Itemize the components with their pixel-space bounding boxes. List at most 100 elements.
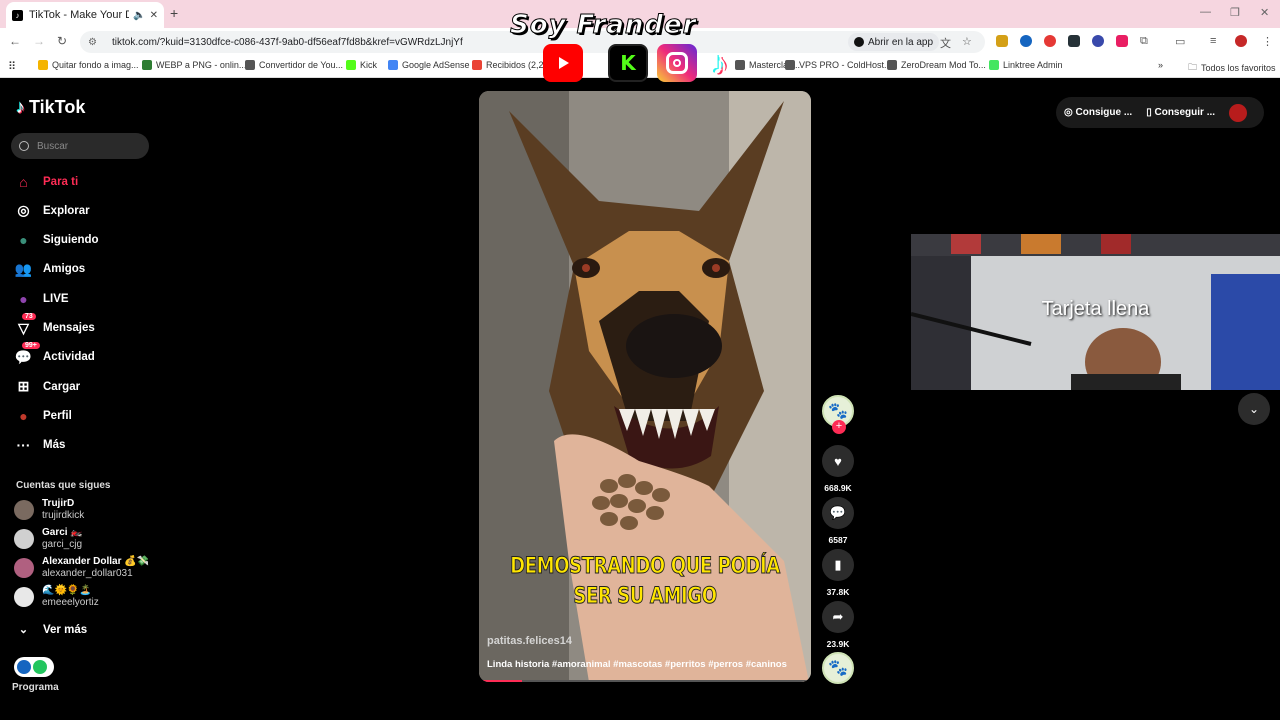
cast-icon[interactable]: ▭: [1175, 35, 1185, 48]
reading-list-icon[interactable]: ≡: [1210, 35, 1216, 47]
compass-icon: ◎: [17, 202, 30, 219]
bookmark-item[interactable]: WEBP a PNG - onlin...: [142, 60, 246, 70]
speaker-icon[interactable]: 🔈: [133, 10, 145, 21]
extension-icon[interactable]: [1068, 35, 1080, 47]
extension-icon[interactable]: [1092, 35, 1104, 47]
translate-icon[interactable]: 文: [940, 35, 951, 51]
video-player[interactable]: DEMOSTRANDO QUE PODÍA SER SU AMIGO patit…: [479, 91, 811, 682]
sidebar-item-perfil[interactable]: ● Perfil: [14, 406, 72, 425]
see-more-button[interactable]: ⌄ Ver más: [14, 620, 87, 639]
upload-icon: ⊞: [17, 378, 30, 395]
comment-button[interactable]: 💬 6587: [822, 497, 854, 545]
avatar: [14, 529, 34, 549]
following-account[interactable]: Alexander Dollar 💰💸 alexander_dollar031: [14, 556, 149, 580]
video-author[interactable]: patitas.felices14: [487, 635, 572, 647]
sidebar-item-label: Para ti: [43, 175, 79, 188]
sidebar-item-live[interactable]: ● LIVE: [14, 289, 69, 308]
new-tab-icon[interactable]: +: [170, 5, 178, 21]
reload-icon[interactable]: ↻: [57, 34, 67, 48]
minimize-icon[interactable]: —: [1200, 6, 1211, 18]
kebab-menu-icon[interactable]: ⋮: [1262, 35, 1273, 48]
sidebar-item-para-ti[interactable]: ⌂ Para ti: [14, 172, 78, 191]
sidebar-item-cargar[interactable]: ⊞ Cargar: [14, 377, 80, 396]
site-info-icon[interactable]: ⚙: [88, 37, 102, 48]
following-username: alexander_dollar031: [42, 568, 133, 579]
activity-icon: 💬 99+: [14, 341, 40, 367]
program-badge[interactable]: [14, 657, 54, 677]
bookmark-label: Convertidor de You...: [259, 60, 344, 70]
sidebar-item-amigos[interactable]: 👥 Amigos: [14, 260, 85, 279]
extension-icon[interactable]: [1044, 35, 1056, 47]
bookmark-label: Linktree Admin: [1003, 60, 1063, 70]
more-icon: ···: [16, 437, 31, 454]
next-video-button[interactable]: ⌄: [1238, 393, 1270, 425]
forward-icon[interactable]: →: [33, 34, 45, 48]
sidebar-item-siguiendo[interactable]: ● Siguiendo: [14, 231, 99, 250]
profile-avatar-icon[interactable]: [1235, 35, 1247, 47]
following-name: 🌊🌞🌻🏝️: [42, 585, 92, 596]
program-label: Programa: [12, 682, 59, 693]
bookmark-favicon-icon: [785, 60, 795, 70]
tiktok-note-icon: ♪: [16, 97, 25, 117]
bookmark-item[interactable]: Quitar fondo a imag...: [38, 60, 139, 70]
bookmark-item[interactable]: Google AdSense: [388, 60, 470, 70]
follow-plus-icon[interactable]: +: [832, 420, 846, 434]
close-window-icon[interactable]: ✕: [1260, 6, 1269, 19]
following-name: Alexander Dollar 💰💸: [42, 556, 150, 567]
following-account[interactable]: TrujirD trujirdkick: [14, 498, 84, 522]
apps-grid-icon[interactable]: ⠿: [8, 60, 16, 73]
restore-icon[interactable]: ❐: [1230, 6, 1240, 19]
folder-icon: 🗀: [1188, 62, 1198, 72]
bookmark-item[interactable]: Convertidor de You...: [245, 60, 343, 70]
video-progress-bar[interactable]: [479, 680, 811, 682]
bookmark-icon: ▮: [822, 549, 854, 581]
bookmark-item[interactable]: Linktree Admin: [989, 60, 1063, 70]
chevron-down-icon: ⌄: [18, 624, 29, 636]
tiktok-logo[interactable]: ♪ TikTok: [16, 97, 85, 118]
close-tab-icon[interactable]: ✕: [150, 10, 158, 21]
sidebar-item-más[interactable]: ··· Más: [14, 436, 66, 455]
bookmark-item[interactable]: Kick: [346, 60, 377, 70]
all-bookmarks[interactable]: 🗀 Todos los favoritos: [1188, 60, 1276, 76]
tiktok-favicon-icon: ♪: [12, 9, 23, 21]
sidebar-item-actividad[interactable]: 💬 99+ Actividad: [14, 341, 95, 367]
author-avatar-button[interactable]: 🐾 +: [822, 395, 854, 434]
like-button[interactable]: ♥ 668.9K: [822, 445, 854, 493]
sidebar-item-label: Siguiendo: [43, 234, 99, 247]
tab-title: TikTok - Make Your Day: [29, 9, 129, 21]
sidebar-item-label: Mensajes: [43, 322, 95, 334]
user-avatar[interactable]: [1229, 103, 1248, 122]
following-avatar-icon: ●: [19, 232, 28, 249]
following-account[interactable]: 🌊🌞🌻🏝️ emeeelyortiz: [14, 585, 99, 609]
extension-icon[interactable]: [1020, 35, 1032, 47]
extension-icon[interactable]: [1116, 35, 1128, 47]
save-button[interactable]: ▮ 37.8K: [822, 549, 854, 597]
open-in-app-button[interactable]: Abrir en la app: [848, 33, 940, 51]
bookmark-star-icon[interactable]: ☆: [962, 35, 972, 48]
sidebar-item-mensajes[interactable]: ▽ 73 Mensajes: [14, 312, 95, 338]
get-app-button[interactable]: ▯ Conseguir ...: [1146, 107, 1215, 118]
following-account-text: Alexander Dollar 💰💸 alexander_dollar031: [42, 556, 149, 580]
following-username: trujirdkick: [42, 510, 85, 521]
extension-icon[interactable]: [996, 35, 1008, 47]
share-button[interactable]: ➦ 23.9K: [822, 601, 854, 649]
extensions-puzzle-icon[interactable]: ⧉: [1140, 35, 1148, 48]
bookmark-favicon-icon: [887, 60, 897, 70]
bookmark-item[interactable]: ZeroDream Mod To...: [887, 60, 986, 70]
bookmark-item[interactable]: VPS PRO - ColdHost...: [785, 60, 892, 70]
more-bookmarks-icon[interactable]: »: [1158, 60, 1163, 70]
instagram-logo-icon: [657, 44, 697, 82]
sidebar-item-explorar[interactable]: ◎ Explorar: [14, 201, 89, 220]
video-description: Linda historia #amoranimal #mascotas #pe…: [487, 659, 787, 670]
webcam-label: Tarjeta llena: [1041, 298, 1150, 320]
get-coins-button[interactable]: ◎ Consigue ...: [1064, 107, 1132, 118]
following-name: Garci 🏍️: [42, 527, 83, 538]
search-input[interactable]: Buscar: [11, 133, 149, 159]
program-icon: [17, 660, 31, 674]
sidebar-item-label: LIVE: [43, 292, 69, 305]
sound-avatar-button[interactable]: 🐾: [822, 652, 854, 684]
browser-tab[interactable]: ♪ TikTok - Make Your Day 🔈 ✕: [6, 2, 164, 28]
back-icon[interactable]: ←: [9, 34, 21, 48]
following-name: TrujirD: [42, 498, 75, 509]
following-account[interactable]: Garci 🏍️ garci_cjg: [14, 527, 83, 551]
